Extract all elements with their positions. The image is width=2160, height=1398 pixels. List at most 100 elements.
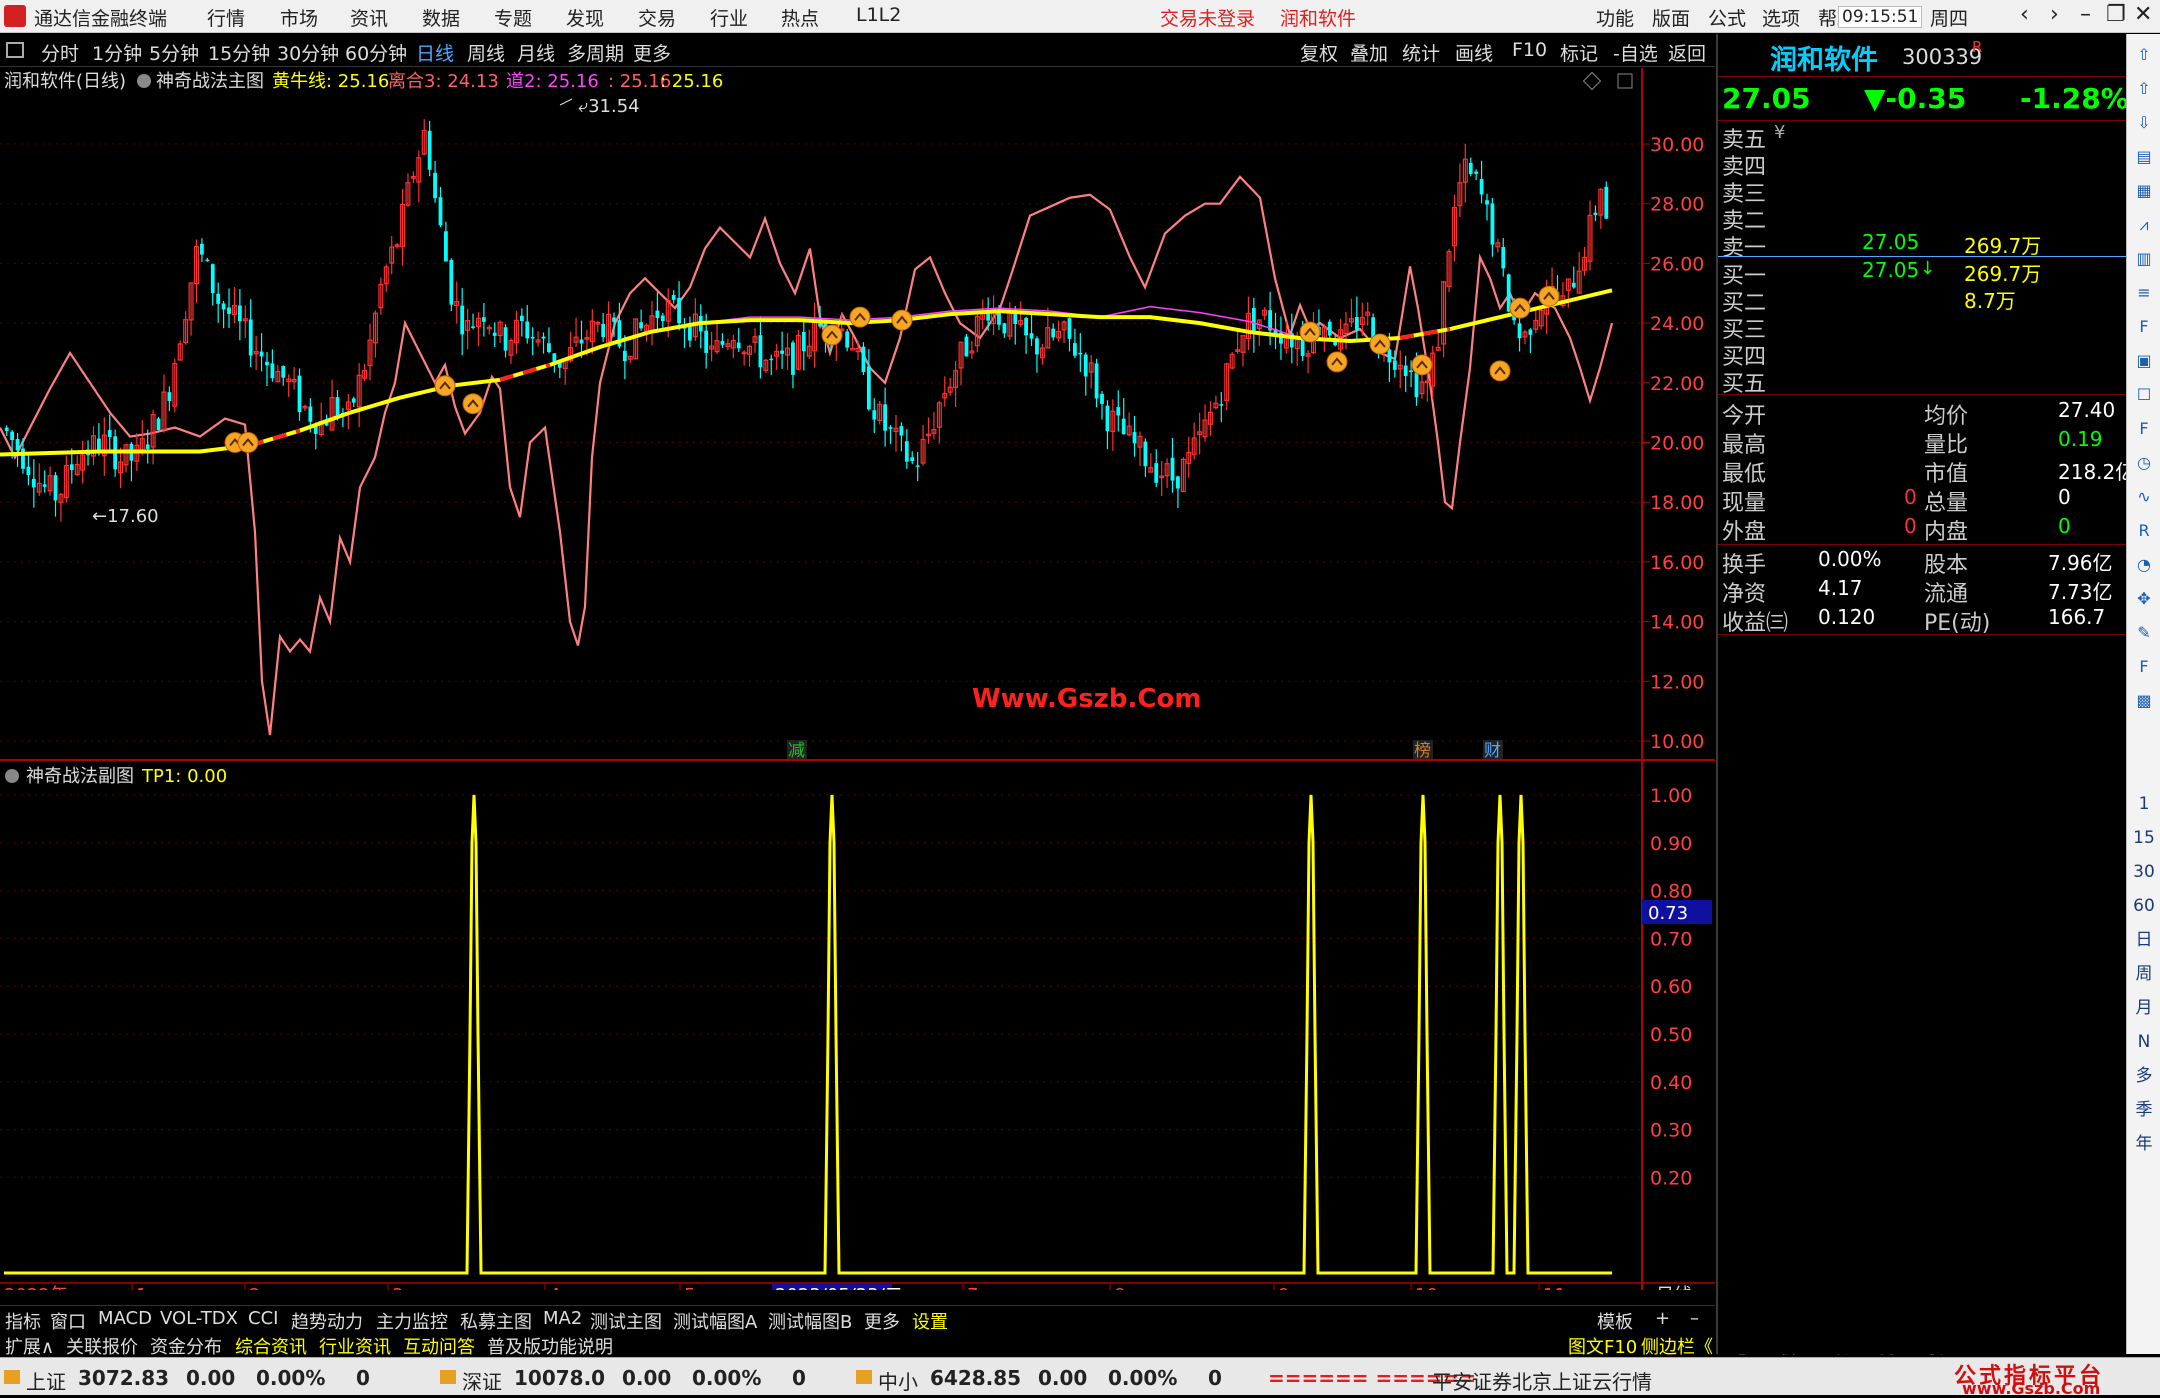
- period-tab[interactable]: 5分钟: [149, 39, 199, 66]
- period-shortcut[interactable]: 多: [2131, 1063, 2157, 1089]
- period-shortcut[interactable]: 季: [2131, 1097, 2157, 1123]
- index-volume: 0: [356, 1366, 370, 1390]
- side-tab[interactable]: 侧边栏《: [1641, 1333, 1713, 1359]
- period-shortcut[interactable]: 月: [2131, 995, 2157, 1021]
- menu-item[interactable]: L1L2: [856, 4, 901, 26]
- menu-right-item[interactable]: 版面: [1652, 4, 1690, 31]
- menu-item[interactable]: 资讯: [350, 4, 388, 31]
- extension-tab[interactable]: 资金分布: [150, 1333, 222, 1359]
- menu-item[interactable]: 行情: [207, 4, 245, 31]
- period-tab[interactable]: 周线: [467, 39, 505, 66]
- fs-icon[interactable]: F: [2131, 654, 2157, 680]
- indicator-tab[interactable]: CCI: [248, 1308, 278, 1329]
- indicator-tab[interactable]: VOL-TDX: [160, 1308, 238, 1329]
- menu-item[interactable]: 行业: [710, 4, 748, 31]
- period-shortcut[interactable]: 1: [2131, 791, 2157, 817]
- sell-level-volume: 269.7万: [1964, 234, 2042, 258]
- period-tab[interactable]: 1分钟: [92, 39, 142, 66]
- period-shortcut[interactable]: 30: [2131, 859, 2157, 885]
- line-chart-icon[interactable]: ⩘: [2131, 212, 2157, 238]
- window-button[interactable]: ‹: [2020, 2, 2029, 27]
- f2-icon[interactable]: F: [2131, 416, 2157, 442]
- period-tab[interactable]: 更多: [633, 39, 671, 66]
- period-tab[interactable]: 日线: [416, 39, 454, 66]
- list-icon[interactable]: ≡: [2131, 280, 2157, 306]
- side-tab[interactable]: 图文F10: [1568, 1333, 1637, 1359]
- chart-tool-button[interactable]: F10: [1512, 39, 1547, 61]
- pie-icon[interactable]: ◔: [2131, 552, 2157, 578]
- move-icon[interactable]: ✥: [2131, 586, 2157, 612]
- extension-tab[interactable]: 关联报价: [66, 1333, 138, 1359]
- period-shortcut[interactable]: 日: [2131, 927, 2157, 953]
- period-tab[interactable]: 月线: [517, 39, 555, 66]
- period-shortcut[interactable]: N: [2131, 1029, 2157, 1055]
- template-button[interactable]: –: [1690, 1308, 1699, 1329]
- clock-icon[interactable]: ◷: [2131, 450, 2157, 476]
- menu-right-item[interactable]: 选项: [1762, 4, 1800, 31]
- indicator-tab[interactable]: MACD: [98, 1308, 152, 1329]
- grid-icon[interactable]: ▦: [2131, 178, 2157, 204]
- extension-tab[interactable]: 扩展∧: [5, 1333, 54, 1359]
- stat-label: 股本: [1924, 553, 1969, 578]
- y-axis-label: 16.00: [1650, 552, 1704, 574]
- extension-tab[interactable]: 综合资讯: [235, 1333, 307, 1359]
- template-button[interactable]: +: [1655, 1308, 1670, 1329]
- panel-toggle-icon[interactable]: [6, 42, 24, 58]
- menu-item[interactable]: 市场: [280, 4, 318, 31]
- period-tab[interactable]: 60分钟: [345, 39, 407, 66]
- period-tab[interactable]: 30分钟: [277, 39, 339, 66]
- menu-right-item[interactable]: 公式: [1708, 4, 1746, 31]
- candle-body: [1024, 317, 1029, 336]
- menu-item[interactable]: 专题: [494, 4, 532, 31]
- menu-item[interactable]: 热点: [781, 4, 819, 31]
- indicator-tab[interactable]: MA2: [543, 1308, 582, 1329]
- window-button[interactable]: ›: [2050, 2, 2059, 27]
- window-button[interactable]: ❐: [2106, 2, 2126, 27]
- period-shortcut[interactable]: 60: [2131, 893, 2157, 919]
- window-button[interactable]: ✕: [2134, 2, 2152, 27]
- menu-right-item[interactable]: 功能: [1596, 4, 1634, 31]
- chart-tool-button[interactable]: 返回: [1668, 39, 1706, 66]
- broker-name[interactable]: 平安证券北京上证云行情: [1432, 1366, 1652, 1395]
- chart-tool-button[interactable]: 复权: [1300, 39, 1338, 66]
- pen-icon[interactable]: ✎: [2131, 620, 2157, 646]
- menu-item[interactable]: 发现: [566, 4, 604, 31]
- chart-tool-button[interactable]: 画线: [1455, 39, 1493, 66]
- period-tab[interactable]: 15分钟: [208, 39, 270, 66]
- arrow-up-icon[interactable]: ⇧: [2131, 42, 2157, 68]
- chart-icon[interactable]: ▤: [2131, 144, 2157, 170]
- f10-icon[interactable]: F: [2131, 314, 2157, 340]
- kline-icon[interactable]: ▥: [2131, 246, 2157, 272]
- extension-tab[interactable]: 互动问答: [403, 1333, 475, 1359]
- period-tab[interactable]: 多周期: [567, 39, 624, 66]
- candle-body: [1029, 333, 1034, 339]
- index-change: 0.00: [622, 1366, 672, 1390]
- period-shortcut[interactable]: 周: [2131, 961, 2157, 987]
- chart-tool-button[interactable]: -自选: [1613, 39, 1658, 66]
- rsi-icon[interactable]: R: [2131, 518, 2157, 544]
- period-shortcut[interactable]: 年: [2131, 1131, 2157, 1157]
- news-icon[interactable]: ▣: [2131, 348, 2157, 374]
- index-name[interactable]: 上证: [26, 1366, 66, 1395]
- kline-chart[interactable]: 30.00 28.00 26.00 24.00 22.00 20.00 18.00 16.00…: [0, 68, 1715, 1306]
- extension-tab[interactable]: 行业资讯: [319, 1333, 391, 1359]
- extension-tab[interactable]: 普及版功能说明: [487, 1333, 613, 1359]
- window-button[interactable]: –: [2080, 2, 2091, 27]
- menu-item[interactable]: 交易: [638, 4, 676, 31]
- period-shortcut[interactable]: 15: [2131, 825, 2157, 851]
- chart-tool-button[interactable]: 叠加: [1350, 39, 1388, 66]
- chart-tool-button[interactable]: 标记: [1560, 39, 1598, 66]
- gift-icon[interactable]: ▩: [2131, 688, 2157, 714]
- index-name[interactable]: 中小: [878, 1366, 918, 1395]
- doc-icon[interactable]: ☐: [2131, 382, 2157, 408]
- chart-tool-button[interactable]: 统计: [1402, 39, 1440, 66]
- wave-icon[interactable]: ∿: [2131, 484, 2157, 510]
- menu-item[interactable]: 数据: [422, 4, 460, 31]
- arrow-up-icon[interactable]: ⇧: [2131, 76, 2157, 102]
- period-tab[interactable]: 分时: [41, 39, 79, 66]
- login-status[interactable]: 交易未登录: [1160, 4, 1255, 31]
- chart-area[interactable]: 30.00 28.00 26.00 24.00 22.00 20.00 18.00 16.00…: [0, 68, 1715, 1306]
- index-name[interactable]: 深证: [462, 1366, 502, 1395]
- current-stock-label[interactable]: 润和软件: [1280, 4, 1356, 31]
- arrow-down-icon[interactable]: ⇩: [2131, 110, 2157, 136]
